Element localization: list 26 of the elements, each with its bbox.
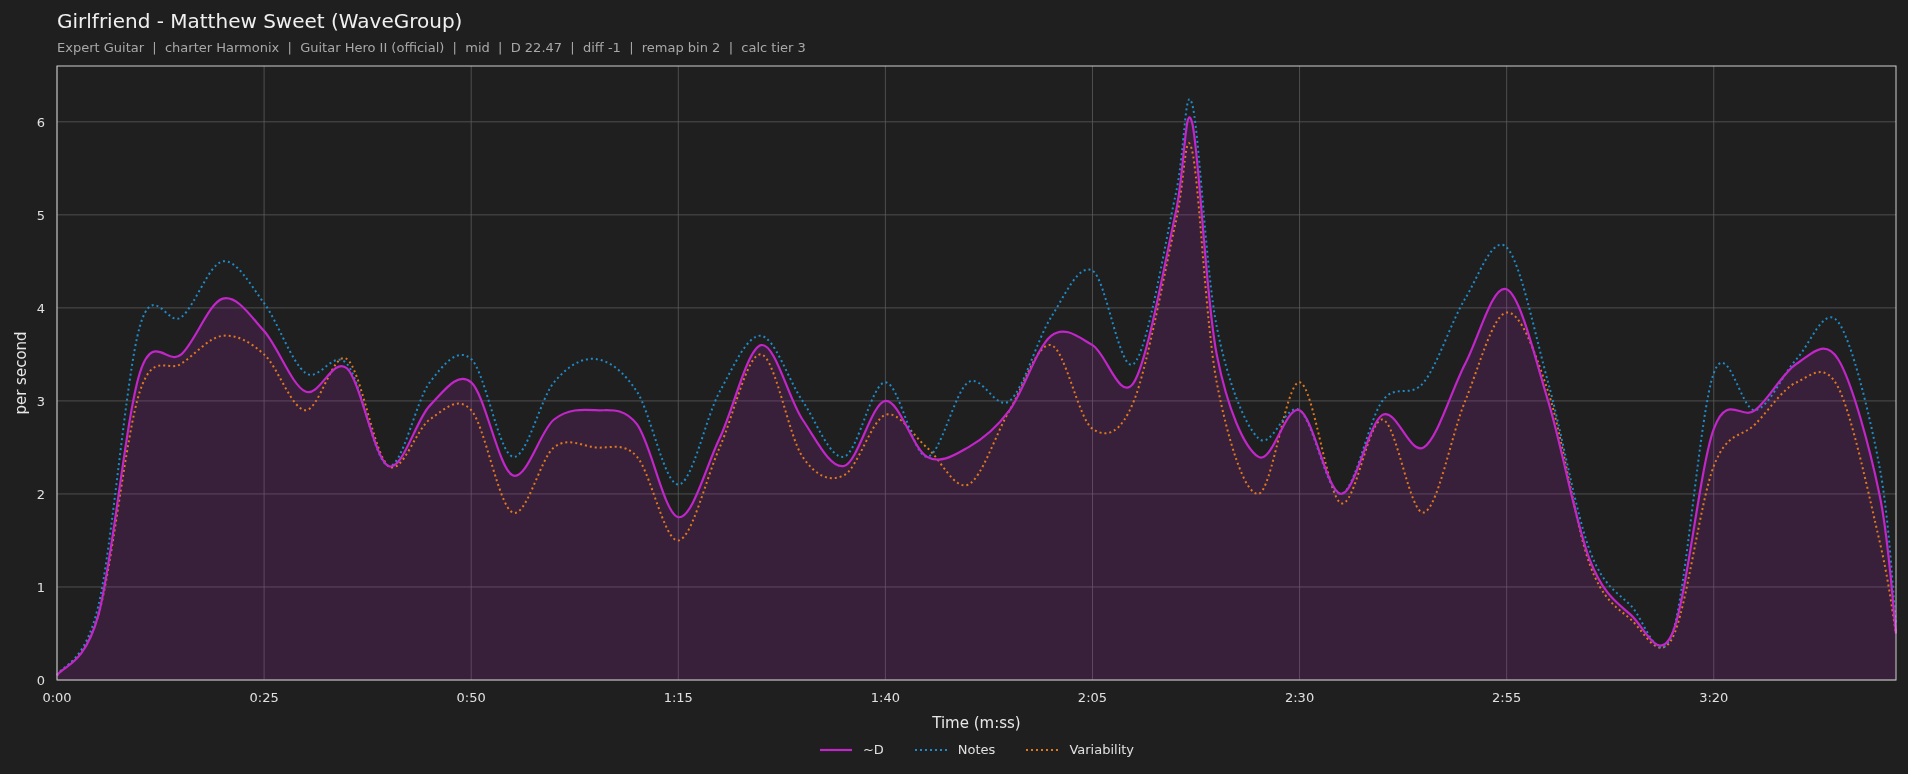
legend-label: ~D: [862, 742, 884, 757]
y-tick-label: 1: [36, 579, 45, 595]
x-axis-title: Time (m:ss): [932, 714, 1021, 732]
chart-title: Girlfriend - Matthew Sweet (WaveGroup): [57, 8, 464, 34]
y-tick-label: 2: [36, 486, 45, 502]
x-tick-label: 0:25: [249, 690, 279, 705]
legend-label: Variability: [1069, 742, 1135, 757]
x-tick-label: 1:40: [870, 690, 900, 705]
x-tick-label: 0:00: [42, 690, 72, 705]
x-tick-label: 3:20: [1699, 690, 1729, 705]
y-tick-label: 3: [36, 393, 45, 409]
x-tick-label: 2:30: [1284, 690, 1315, 705]
legend-label: Notes: [957, 742, 996, 757]
y-tick-label: 6: [36, 114, 45, 130]
y-tick-label: 5: [36, 207, 45, 223]
chart-subtitle: Expert Guitar | charter Harmonix | Guitar Hero II (official) | mid | D 22.47 | diff -1 | remap bin 2 | calc tier 3: [57, 40, 807, 55]
x-tick-label: 2:05: [1077, 690, 1108, 705]
y-axis-title: per second: [12, 331, 30, 415]
x-tick-label: 0:50: [456, 690, 486, 705]
y-tick-label: 0: [36, 673, 45, 688]
legend-line-icon: [913, 746, 948, 753]
legend-line-icon: [818, 746, 853, 753]
legend-line-icon: [1025, 746, 1060, 753]
x-tick-label: 1:15: [663, 690, 693, 705]
y-tick-label: 4: [36, 300, 45, 316]
x-tick-label: 2:55: [1492, 690, 1522, 705]
